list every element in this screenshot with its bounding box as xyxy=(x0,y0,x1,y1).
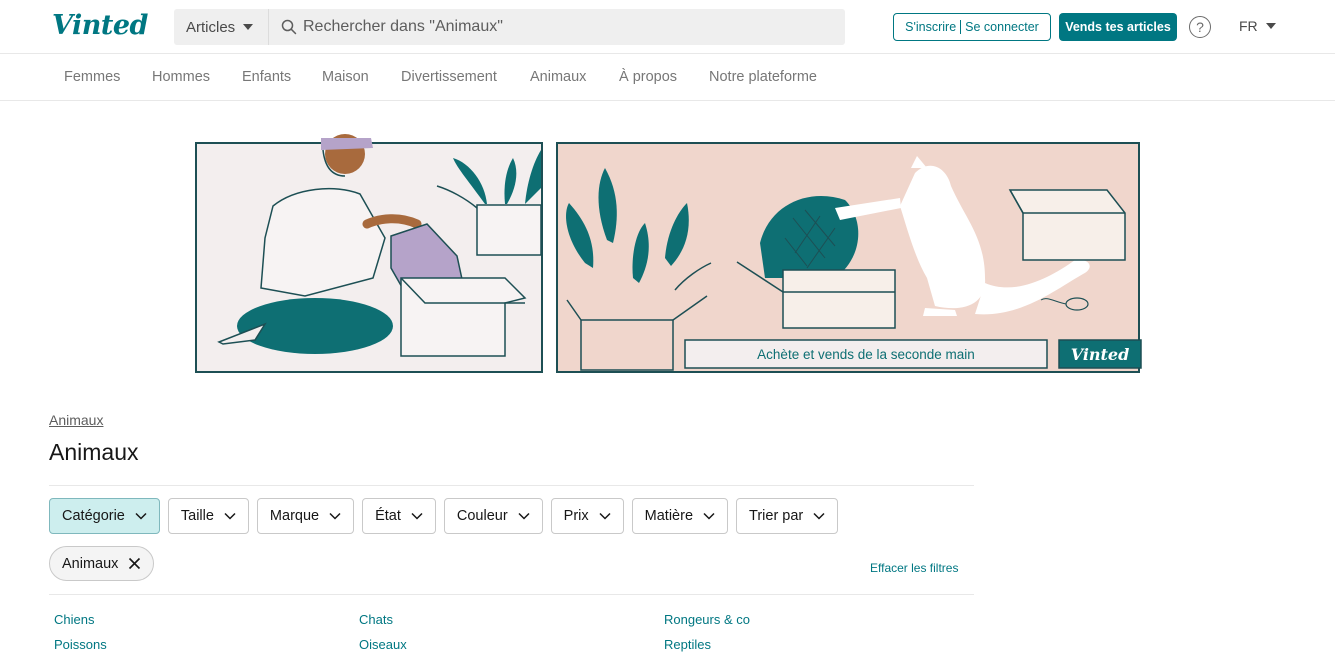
chevron-down-icon xyxy=(329,512,341,520)
category-link-chats[interactable]: Chats xyxy=(359,612,393,627)
nav-item-animaux[interactable]: Animaux xyxy=(530,69,586,85)
chevron-down-icon xyxy=(518,512,530,520)
promo-banner[interactable]: Achète et vends de la seconde main Vinte… xyxy=(195,128,1145,379)
banner-illustration: Achète et vends de la seconde main Vinte… xyxy=(195,134,1142,373)
chevron-down-icon xyxy=(813,512,825,520)
nav-item-a-propos[interactable]: À propos xyxy=(619,69,677,85)
search-scope-label: Articles xyxy=(186,18,236,36)
caret-down-icon xyxy=(243,24,254,30)
filter-label: Catégorie xyxy=(62,508,125,524)
search-input[interactable]: Rechercher dans "Animaux" xyxy=(269,9,845,45)
filter-label: Prix xyxy=(563,508,589,524)
chevron-down-icon xyxy=(599,512,611,520)
help-icon[interactable]: ? xyxy=(1189,16,1211,38)
clear-filters-link[interactable]: Effacer les filtres xyxy=(870,561,958,575)
search-icon xyxy=(281,19,297,35)
filter-label: État xyxy=(375,508,401,524)
caret-down-icon xyxy=(1265,23,1276,29)
sell-button[interactable]: Vends tes articles xyxy=(1059,13,1177,41)
chevron-down-icon xyxy=(411,512,423,520)
nav-item-divertissement[interactable]: Divertissement xyxy=(401,69,497,85)
filter-label: Marque xyxy=(269,508,320,524)
filter-taille[interactable]: Taille xyxy=(167,498,249,534)
filter-etat[interactable]: État xyxy=(362,498,436,534)
category-link-oiseaux[interactable]: Oiseaux xyxy=(359,637,407,652)
page-title: Animaux xyxy=(49,439,139,465)
nav-item-enfants[interactable]: Enfants xyxy=(242,69,291,85)
filter-trier-par[interactable]: Trier par xyxy=(736,498,839,534)
filter-label: Matière xyxy=(644,508,694,524)
breadcrumb-animaux[interactable]: Animaux xyxy=(49,412,103,428)
filter-label: Couleur xyxy=(456,508,508,524)
language-selector[interactable]: FR xyxy=(1239,18,1276,34)
filter-label: Taille xyxy=(180,508,214,524)
nav-item-femmes[interactable]: Femmes xyxy=(64,69,120,85)
chevron-down-icon xyxy=(135,512,147,520)
chevron-down-icon xyxy=(703,512,715,520)
banner-logo: Vinted xyxy=(1071,345,1130,364)
signup-link[interactable]: S'inscrire xyxy=(905,20,956,34)
top-header: Vinted Articles Rechercher dans "Animaux… xyxy=(0,0,1335,54)
chevron-down-icon xyxy=(224,512,236,520)
nav-item-hommes[interactable]: Hommes xyxy=(152,69,210,85)
banner-tagline: Achète et vends de la seconde main xyxy=(757,347,975,362)
filter-categorie[interactable]: Catégorie xyxy=(49,498,160,534)
divider xyxy=(49,485,974,486)
filter-couleur[interactable]: Couleur xyxy=(443,498,543,534)
nav-item-maison[interactable]: Maison xyxy=(322,69,369,85)
divider xyxy=(960,20,962,34)
signup-login-button[interactable]: S'inscrire Se connecter xyxy=(893,13,1051,41)
vinted-logo[interactable]: Vinted xyxy=(52,10,148,41)
filter-matiere[interactable]: Matière xyxy=(631,498,729,534)
category-nav: Femmes Hommes Enfants Maison Divertissem… xyxy=(0,54,1335,101)
filter-label: Trier par xyxy=(749,508,804,524)
category-link-reptiles[interactable]: Reptiles xyxy=(664,637,711,652)
category-link-chiens[interactable]: Chiens xyxy=(54,612,94,627)
category-link-poissons[interactable]: Poissons xyxy=(54,637,107,652)
search-placeholder: Rechercher dans "Animaux" xyxy=(303,18,503,35)
nav-item-notre-plateforme[interactable]: Notre plateforme xyxy=(709,69,817,85)
search-bar: Articles Rechercher dans "Animaux" xyxy=(174,9,845,45)
search-scope-dropdown[interactable]: Articles xyxy=(174,9,269,45)
language-label: FR xyxy=(1239,18,1258,34)
category-link-rongeurs[interactable]: Rongeurs & co xyxy=(664,612,750,627)
filter-marque[interactable]: Marque xyxy=(256,498,355,534)
login-link[interactable]: Se connecter xyxy=(965,20,1039,34)
divider xyxy=(49,594,974,595)
chip-label: Animaux xyxy=(62,555,119,572)
filter-prix[interactable]: Prix xyxy=(550,498,624,534)
filter-bar: Catégorie Taille Marque État Couleur Pri… xyxy=(49,498,846,534)
close-icon[interactable] xyxy=(128,557,141,570)
active-filter-chip: Animaux xyxy=(49,546,155,581)
